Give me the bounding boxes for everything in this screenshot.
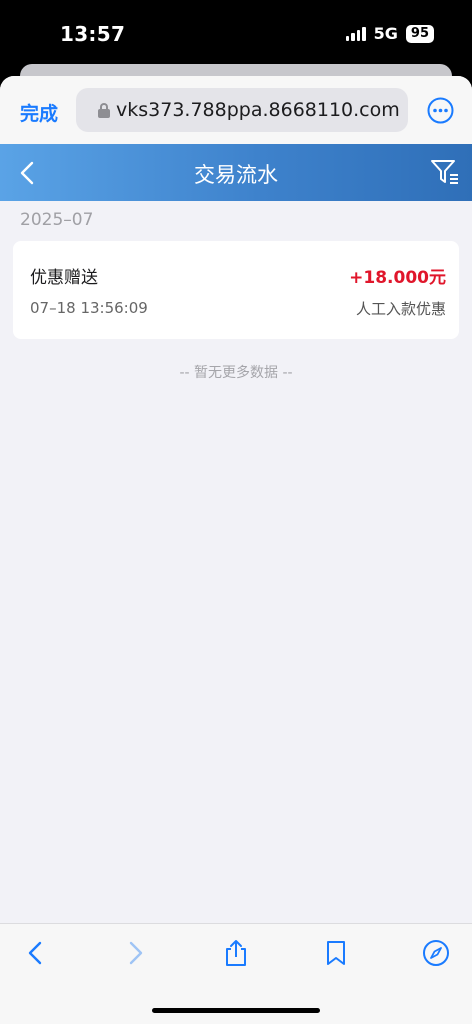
month-label: 2025–07	[20, 210, 94, 230]
record-type: 人工入款优惠	[355, 300, 446, 318]
status-indicators: 5G 95	[345, 24, 434, 43]
browser-address-bar: 完成 vks373.788ppa.8668110.com	[0, 76, 472, 144]
status-bar: 13:57 5G 95	[0, 0, 472, 66]
record-time: 07–18 13:56:09	[30, 299, 148, 317]
no-more-data-label: -- 暂无更多数据 --	[179, 365, 293, 381]
share-icon[interactable]	[221, 938, 251, 968]
app-header: 交易流水	[0, 144, 472, 201]
browser-sheet: 完成 vks373.788ppa.8668110.com 交易流水 2025–0…	[0, 76, 472, 1024]
filter-icon[interactable]	[430, 158, 460, 186]
forward-arrow-icon[interactable]	[120, 938, 150, 968]
phone-screen: 13:57 5G 95 完成 vks373.788ppa.8668110.com	[0, 0, 472, 1024]
ellipsis-circle-icon[interactable]	[427, 97, 454, 124]
record-amount: +18.000元	[349, 268, 446, 288]
browser-toolbar	[0, 923, 472, 1024]
url-text: vks373.788ppa.8668110.com	[116, 99, 400, 121]
signal-icon	[345, 26, 366, 41]
compass-icon[interactable]	[421, 938, 451, 968]
done-button[interactable]: 完成	[20, 99, 58, 126]
status-time: 13:57	[60, 22, 126, 46]
record-title: 优惠赠送	[30, 268, 98, 288]
lock-icon	[98, 102, 110, 118]
transaction-record[interactable]: 优惠赠送 +18.000元 07–18 13:56:09 人工入款优惠	[13, 241, 459, 339]
network-type: 5G	[373, 24, 398, 43]
back-arrow-icon[interactable]	[21, 938, 51, 968]
home-indicator	[152, 1008, 320, 1013]
page-title: 交易流水	[194, 163, 278, 187]
url-field[interactable]: vks373.788ppa.8668110.com	[76, 88, 408, 132]
battery-level: 95	[405, 24, 434, 43]
book-icon[interactable]	[321, 938, 351, 968]
